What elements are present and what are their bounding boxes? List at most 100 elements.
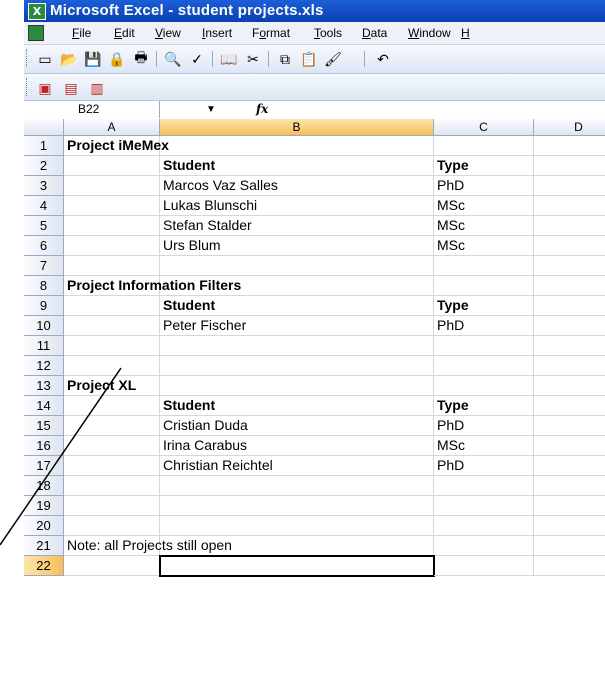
cell-b[interactable]: Student	[160, 396, 434, 416]
cell-c[interactable]	[434, 476, 534, 496]
cell-b[interactable]: Stefan Stalder	[160, 216, 434, 236]
column-header-d[interactable]: D	[534, 119, 605, 136]
menu-item[interactable]: Insert	[202, 26, 232, 40]
cell-a[interactable]	[64, 256, 160, 276]
cell-a[interactable]	[64, 456, 160, 476]
cell-c[interactable]	[434, 376, 534, 396]
row-header[interactable]: 15	[24, 416, 64, 436]
cell-a[interactable]: Project iMeMex	[64, 136, 169, 156]
row-header[interactable]: 1	[24, 136, 64, 156]
pdf-convert-icon[interactable]: ▣	[36, 79, 54, 97]
toolbar-grip[interactable]	[26, 78, 30, 96]
menu-item[interactable]: Window	[408, 26, 451, 40]
cell-a[interactable]	[64, 556, 160, 576]
name-box[interactable]: B22	[54, 101, 160, 118]
cell-d[interactable]	[534, 336, 605, 356]
menu-item[interactable]: H	[461, 26, 470, 40]
row-header[interactable]: 21	[24, 536, 64, 556]
cell-c[interactable]	[434, 136, 534, 156]
menu-item[interactable]: Edit	[114, 26, 135, 40]
cell-a[interactable]	[64, 296, 160, 316]
cell-a[interactable]: Note: all Projects still open	[64, 536, 232, 556]
print-icon[interactable]: 🖶	[132, 49, 150, 68]
column-header-c[interactable]: C	[434, 119, 534, 136]
pdf-email-icon[interactable]: ▤	[62, 79, 80, 97]
cell-a[interactable]: Project Information Filters	[64, 276, 241, 296]
cell-b[interactable]: Cristian Duda	[160, 416, 434, 436]
cell-a[interactable]	[64, 176, 160, 196]
row-header[interactable]: 8	[24, 276, 64, 296]
cell-d[interactable]	[534, 296, 605, 316]
cell-c[interactable]: MSc	[434, 216, 534, 236]
cell-d[interactable]	[534, 356, 605, 376]
cell-b[interactable]	[160, 496, 434, 516]
cell-a[interactable]	[64, 216, 160, 236]
pdf-review-icon[interactable]: ▥	[88, 79, 106, 97]
cell-d[interactable]	[534, 156, 605, 176]
cell-b[interactable]	[160, 376, 434, 396]
cell-d[interactable]	[534, 136, 605, 156]
cell-c[interactable]: Type	[434, 296, 534, 316]
cell-d[interactable]	[534, 316, 605, 336]
cell-c[interactable]	[434, 536, 534, 556]
cell-c[interactable]	[434, 336, 534, 356]
cell-a[interactable]: Project XL	[64, 376, 160, 396]
cell-b[interactable]	[159, 555, 435, 577]
cell-d[interactable]	[534, 256, 605, 276]
research-icon[interactable]: 📖	[220, 50, 238, 68]
cell-d[interactable]	[534, 556, 605, 576]
cell-b[interactable]	[160, 256, 434, 276]
cell-a[interactable]	[64, 236, 160, 256]
menu-item[interactable]: Format	[252, 26, 290, 40]
row-header[interactable]: 5	[24, 216, 64, 236]
cell-b[interactable]: Student	[160, 296, 434, 316]
toolbar-grip[interactable]	[26, 49, 30, 67]
cell-d[interactable]	[534, 436, 605, 456]
cell-c[interactable]	[434, 256, 534, 276]
cell-d[interactable]	[534, 236, 605, 256]
cell-c[interactable]: PhD	[434, 416, 534, 436]
format-painter-icon[interactable]: 🖌	[324, 50, 342, 68]
undo-icon[interactable]: ↶	[374, 50, 392, 68]
cell-c[interactable]: PhD	[434, 176, 534, 196]
function-icon[interactable]: fx	[256, 101, 268, 118]
cell-d[interactable]	[534, 396, 605, 416]
menu-item[interactable]: Tools	[314, 26, 342, 40]
workbook-icon[interactable]	[28, 25, 44, 41]
row-header[interactable]: 2	[24, 156, 64, 176]
excel-icon[interactable]: X	[28, 3, 46, 20]
row-header[interactable]: 13	[24, 376, 64, 396]
select-all-corner[interactable]	[24, 119, 64, 136]
cell-b[interactable]	[160, 336, 434, 356]
row-header[interactable]: 4	[24, 196, 64, 216]
cell-a[interactable]	[64, 156, 160, 176]
cell-c[interactable]: PhD	[434, 316, 534, 336]
cell-d[interactable]	[534, 196, 605, 216]
cell-b[interactable]: Irina Carabus	[160, 436, 434, 456]
cell-a[interactable]	[64, 396, 160, 416]
copy-icon[interactable]: ⧉	[276, 50, 294, 68]
cell-b[interactable]	[160, 276, 434, 296]
open-icon[interactable]: 📂	[60, 50, 78, 68]
cell-c[interactable]: MSc	[434, 236, 534, 256]
cell-d[interactable]	[534, 376, 605, 396]
cell-d[interactable]	[534, 476, 605, 496]
row-header[interactable]: 11	[24, 336, 64, 356]
cell-c[interactable]	[434, 356, 534, 376]
cell-b[interactable]: Peter Fischer	[160, 316, 434, 336]
cell-b[interactable]: Urs Blum	[160, 236, 434, 256]
row-header[interactable]: 6	[24, 236, 64, 256]
cut-icon[interactable]: ✂	[244, 50, 262, 68]
cell-c[interactable]	[434, 556, 534, 576]
new-icon[interactable]: ▭	[36, 50, 54, 68]
column-header-a[interactable]: A	[64, 119, 160, 136]
cell-b[interactable]	[160, 356, 434, 376]
row-header[interactable]: 3	[24, 176, 64, 196]
row-header[interactable]: 10	[24, 316, 64, 336]
cell-c[interactable]: MSc	[434, 436, 534, 456]
paste-icon[interactable]: 📋	[300, 50, 318, 68]
spelling-icon[interactable]: ✓	[188, 50, 206, 68]
cell-a[interactable]	[64, 436, 160, 456]
cell-d[interactable]	[534, 516, 605, 536]
cell-c[interactable]	[434, 516, 534, 536]
